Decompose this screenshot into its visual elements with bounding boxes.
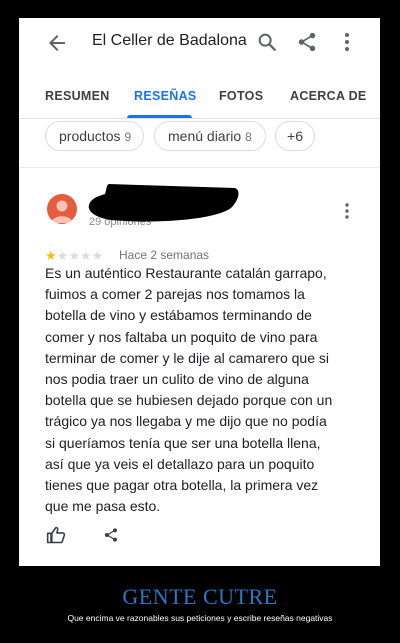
place-title: El Celler de Badalona [92, 32, 247, 49]
caption-title: GENTE CUTRE [122, 584, 278, 609]
tab-resenas[interactable]: RESEÑAS [134, 89, 197, 103]
filter-chip-productos[interactable]: productos 9 [45, 121, 144, 151]
tab-resumen[interactable]: RESUMEN [45, 89, 110, 103]
back-arrow-icon[interactable] [45, 31, 69, 55]
active-tab-indicator [127, 115, 192, 118]
avatar[interactable] [47, 194, 77, 224]
filter-chips: productos 9 menú diario 8 +6 [19, 121, 380, 155]
star-empty-icon: ★ [79, 248, 92, 263]
section-divider [19, 167, 380, 168]
review-more-vert-icon[interactable] [342, 202, 352, 220]
app-bar: El Celler de Badalona [19, 18, 380, 70]
tab-acerca-de[interactable]: ACERCA DE [290, 89, 367, 103]
star-empty-icon: ★ [56, 248, 69, 263]
filter-chip-menu-diario[interactable]: menú diario 8 [154, 121, 266, 151]
filter-chip-count: 8 [245, 130, 252, 144]
review-share-icon[interactable] [103, 526, 119, 544]
filter-chip-label: +6 [287, 128, 303, 144]
filter-chip-label: menú diario [168, 128, 242, 144]
share-icon[interactable] [296, 31, 318, 53]
search-icon[interactable] [256, 31, 278, 53]
review-date: Hace 2 semanas [119, 248, 210, 262]
filter-chip-label: productos [59, 128, 121, 144]
filter-chip-more[interactable]: +6 [275, 121, 315, 151]
redacted-reviewer-name [88, 184, 239, 222]
user-silhouette-icon [51, 200, 73, 223]
filter-chip-count: 9 [124, 130, 132, 144]
star-empty-icon: ★ [68, 248, 80, 263]
tab-bar: RESUMEN RESEÑAS FOTOS ACERCA DE [19, 70, 380, 119]
phone-screen: El Celler de Badalona RESUMEN RESEÑAS FO… [19, 18, 380, 566]
thumbs-up-icon[interactable] [46, 525, 66, 545]
star-rating: ★★★★★ [45, 247, 104, 263]
tab-fotos[interactable]: FOTOS [219, 89, 263, 103]
star-empty-icon: ★ [91, 248, 104, 263]
review-text: Es un auténtico Restaurante catalán garr… [45, 265, 333, 515]
star-filled-icon: ★ [45, 248, 57, 263]
more-vert-icon[interactable] [337, 31, 357, 53]
caption-subtitle: Que encima ve razonables sus peticiones … [67, 613, 333, 623]
